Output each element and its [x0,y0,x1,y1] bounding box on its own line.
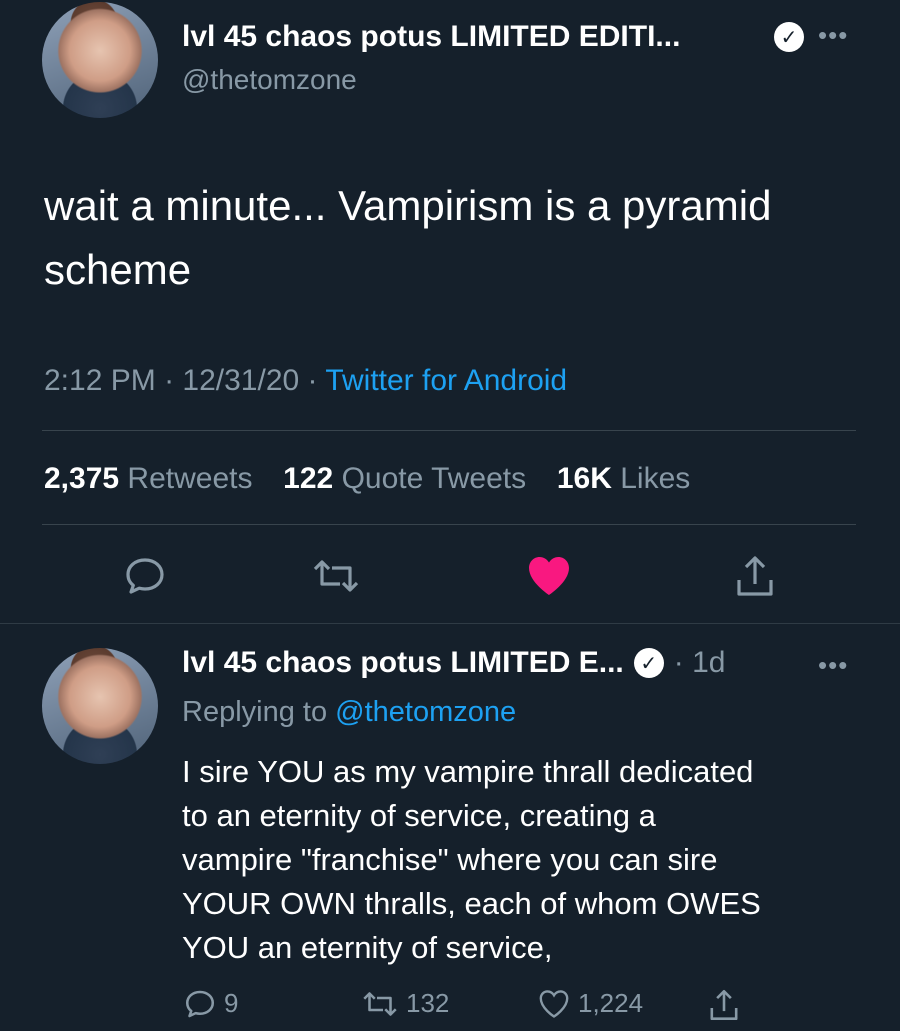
divider [0,623,900,624]
like-icon [539,989,569,1018]
likes-stat[interactable]: 16K Likes [557,462,690,495]
divider [42,430,856,431]
tweet-stats: 2,375 Retweets 122 Quote Tweets 16K Like… [44,462,690,496]
avatar[interactable] [42,648,158,764]
tweet-time: 2:12 PM [44,364,156,397]
verified-badge-icon: ✓ [633,648,664,678]
display-name[interactable]: lvl 45 chaos potus LIMITED E... [182,646,624,680]
tweet-source-link[interactable]: Twitter for Android [325,364,567,397]
reply-text-line: I sire YOU as my vampire thrall dedicate… [182,754,754,789]
like-count: 1,224 [578,988,644,1018]
reply-text-line: to an eternity of service, creating a [182,798,656,833]
meta-separator: · [307,364,326,397]
more-icon[interactable]: ••• [818,650,848,681]
reply-text: I sire YOU as my vampire thrall dedicate… [182,750,882,970]
verified-badge-icon: ✓ [774,22,804,52]
divider [42,524,856,525]
like-button[interactable]: 1,224 [538,988,643,1019]
more-icon[interactable]: ••• [818,20,848,51]
reply-button[interactable]: 9 [184,988,238,1019]
replying-to: Replying to @thetomzone [182,696,517,728]
reply-header: lvl 45 chaos potus LIMITED E... ✓ · 1d [182,646,725,680]
retweets-stat[interactable]: 2,375 Retweets [44,462,252,495]
avatar[interactable] [42,2,158,118]
retweet-icon [363,991,397,1016]
display-name[interactable]: lvl 45 chaos potus LIMITED EDITI... [182,20,680,54]
tweet-text: wait a minute... Vampirism is a pyramid … [44,182,772,293]
share-icon[interactable] [734,554,776,598]
replying-to-handle-link[interactable]: @thetomzone [335,696,516,728]
retweet-button[interactable]: 132 [362,988,449,1019]
share-icon[interactable] [708,988,740,1022]
retweet-count: 132 [406,988,450,1018]
quote-tweets-stat[interactable]: 122 Quote Tweets [283,462,526,495]
tweet-meta: 2:12 PM · 12/31/20 · Twitter for Android [44,364,567,398]
reply-age: · 1d [673,646,726,679]
reply-count: 9 [224,988,239,1018]
like-icon[interactable] [526,555,572,597]
reply-text-line: YOUR OWN thralls, each of whom OWES [182,886,761,921]
handle[interactable]: @thetomzone [182,64,357,96]
reply-text-line: vampire "franchise" where you can sire [182,842,718,877]
retweet-icon[interactable] [312,558,360,594]
reply-icon[interactable] [124,556,166,596]
tweet-date: 12/31/20 [182,364,300,397]
reply-text-line: YOU an eternity of service, [182,930,553,965]
reply-icon [185,990,215,1017]
meta-separator: · [164,364,183,397]
